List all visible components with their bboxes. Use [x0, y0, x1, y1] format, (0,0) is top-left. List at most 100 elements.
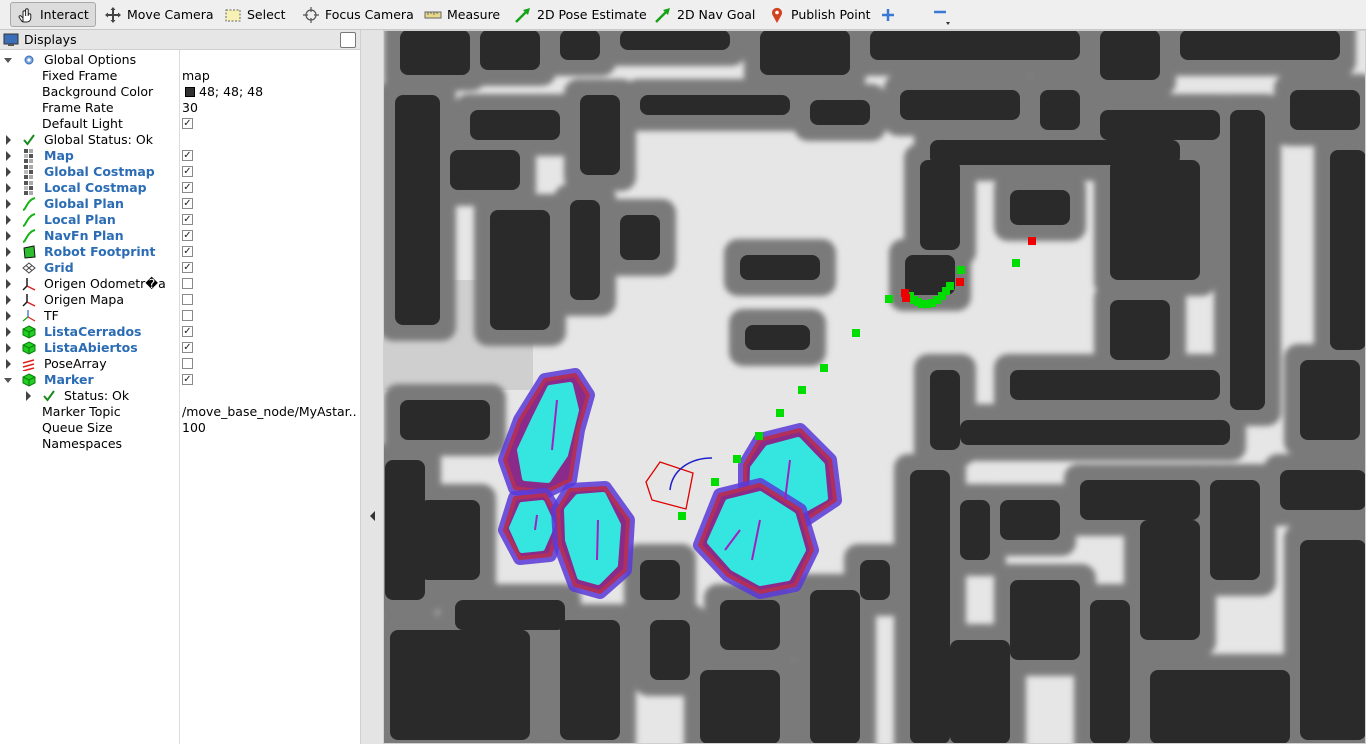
remove-tool-button[interactable] [922, 2, 958, 27]
property-value[interactable]: map [182, 68, 358, 84]
global-option-background-color[interactable]: Background Color 48; 48; 48 [0, 84, 360, 100]
expanded-arrow-icon[interactable] [3, 372, 13, 388]
display-item-label: ListaCerrados [44, 324, 142, 339]
marker-property-queue-size[interactable]: Queue Size 100 [0, 420, 360, 436]
display-item-marker[interactable]: Marker ✓ [0, 372, 360, 388]
marker-status-row[interactable]: Status: Ok [0, 388, 360, 404]
obstacle [390, 630, 530, 740]
default-light-checkbox[interactable]: ✓ [182, 118, 193, 129]
obstacle [620, 30, 730, 50]
visibility-checkbox[interactable]: ✓ [182, 262, 193, 273]
visibility-checkbox[interactable]: ✓ [182, 214, 193, 225]
display-item-listacerrados[interactable]: ListaCerrados ✓ [0, 324, 360, 340]
collapsed-arrow-icon[interactable] [3, 340, 13, 356]
visibility-checkbox[interactable]: ✓ [182, 150, 193, 161]
collapsed-arrow-icon[interactable] [3, 132, 13, 148]
collapsed-arrow-icon[interactable] [3, 292, 13, 308]
global-options-row[interactable]: Global Options [0, 52, 360, 68]
collapsed-arrow-icon[interactable] [3, 196, 13, 212]
move-camera-icon [105, 6, 121, 23]
visibility-checkbox[interactable]: ✓ [182, 198, 193, 209]
obstacle [1110, 160, 1200, 280]
interact-tool-button[interactable]: Interact [10, 2, 96, 27]
panel-float-button[interactable] [340, 32, 356, 48]
global-option-frame-rate[interactable]: Frame Rate 30 [0, 100, 360, 116]
expanded-arrow-icon[interactable] [3, 52, 13, 68]
display-item-global-costmap[interactable]: Global Costmap ✓ [0, 164, 360, 180]
measure-tool-button[interactable]: Measure [418, 2, 506, 27]
collapsed-arrow-icon[interactable] [23, 388, 33, 404]
display-item-origen-mapa[interactable]: Origen Mapa [0, 292, 360, 308]
marker-property-marker-topic[interactable]: Marker Topic/move_base_node/MyAstar... [0, 404, 360, 420]
marker-property-namespaces[interactable]: Namespaces [0, 436, 360, 452]
collapsed-arrow-icon[interactable] [3, 148, 13, 164]
collapsed-arrow-icon[interactable] [3, 308, 13, 324]
map-scene[interactable] [383, 30, 1366, 744]
global-status-label: Global Status: Ok [44, 132, 153, 147]
property-value[interactable]: /move_base_node/MyAstar... [182, 404, 358, 420]
map-icon [24, 181, 33, 195]
display-item-origen-odometr-a[interactable]: Origen Odometr�a [0, 276, 360, 292]
display-item-global-plan[interactable]: Global Plan ✓ [0, 196, 360, 212]
visibility-checkbox[interactable]: ✓ [182, 342, 193, 353]
property-value[interactable]: 100 [182, 420, 358, 436]
select-tool-button[interactable]: Select [218, 2, 292, 27]
focus-camera-label: Focus Camera [325, 7, 414, 22]
marker-closed-node [1028, 237, 1036, 245]
path-icon [22, 229, 36, 243]
color-swatch[interactable] [185, 87, 195, 97]
global-option-fixed-frame[interactable]: Fixed Frame map [0, 68, 360, 84]
display-item-grid[interactable]: Grid ✓ [0, 260, 360, 276]
visibility-checkbox[interactable] [182, 294, 193, 305]
panel-splitter[interactable] [360, 30, 383, 744]
focus-camera-tool-button[interactable]: Focus Camera [296, 2, 420, 27]
collapsed-arrow-icon[interactable] [3, 276, 13, 292]
visibility-checkbox[interactable] [182, 358, 193, 369]
3d-render-viewport[interactable] [383, 30, 1366, 744]
display-item-label: Origen Mapa [44, 292, 125, 307]
display-item-map[interactable]: Map ✓ [0, 148, 360, 164]
visibility-checkbox[interactable]: ✓ [182, 230, 193, 241]
2d-nav-goal-tool-button[interactable]: 2D Nav Goal [648, 2, 761, 27]
collapsed-arrow-icon[interactable] [3, 260, 13, 276]
collapsed-arrow-icon[interactable] [3, 212, 13, 228]
visibility-checkbox[interactable] [182, 278, 193, 289]
marker-open-node [820, 364, 828, 372]
display-item-label: Origen Odometr�a [44, 276, 166, 291]
collapsed-arrow-icon[interactable] [3, 324, 13, 340]
visibility-checkbox[interactable]: ✓ [182, 166, 193, 177]
display-item-local-costmap[interactable]: Local Costmap ✓ [0, 180, 360, 196]
collapsed-arrow-icon[interactable] [3, 228, 13, 244]
marker-open-node [678, 512, 686, 520]
visibility-checkbox[interactable]: ✓ [182, 374, 193, 385]
collapsed-arrow-icon[interactable] [3, 180, 13, 196]
add-tool-button[interactable] [874, 2, 902, 27]
collapsed-arrow-icon[interactable] [3, 356, 13, 372]
global-status-row[interactable]: Global Status: Ok [0, 132, 360, 148]
display-item-local-plan[interactable]: Local Plan ✓ [0, 212, 360, 228]
move-camera-tool-button[interactable]: Move Camera [98, 2, 220, 27]
visibility-checkbox[interactable] [182, 310, 193, 321]
marker-cube-icon [22, 325, 36, 339]
obstacle [910, 258, 946, 294]
visibility-checkbox[interactable]: ✓ [182, 326, 193, 337]
visibility-checkbox[interactable]: ✓ [182, 182, 193, 193]
2d-pose-estimate-tool-button[interactable]: 2D Pose Estimate [508, 2, 653, 27]
visibility-checkbox[interactable]: ✓ [182, 246, 193, 257]
collapsed-arrow-icon[interactable] [3, 244, 13, 260]
property-value[interactable]: 48; 48; 48 [199, 84, 375, 100]
obstacle [1010, 580, 1080, 660]
obstacle [1140, 520, 1200, 640]
grid-icon [22, 262, 36, 274]
map-icon [24, 165, 33, 179]
display-item-listaabiertos[interactable]: ListaAbiertos ✓ [0, 340, 360, 356]
property-value[interactable]: 30 [182, 100, 358, 116]
collapsed-arrow-icon[interactable] [3, 164, 13, 180]
display-item-tf[interactable]: TF [0, 308, 360, 324]
display-item-robot-footprint[interactable]: Robot Footprint ✓ [0, 244, 360, 260]
polygon-icon [23, 245, 36, 259]
global-option-default-light[interactable]: Default Light ✓ [0, 116, 360, 132]
display-item-navfn-plan[interactable]: NavFn Plan ✓ [0, 228, 360, 244]
publish-point-tool-button[interactable]: Publish Point [762, 2, 877, 27]
display-item-posearray[interactable]: PoseArray [0, 356, 360, 372]
